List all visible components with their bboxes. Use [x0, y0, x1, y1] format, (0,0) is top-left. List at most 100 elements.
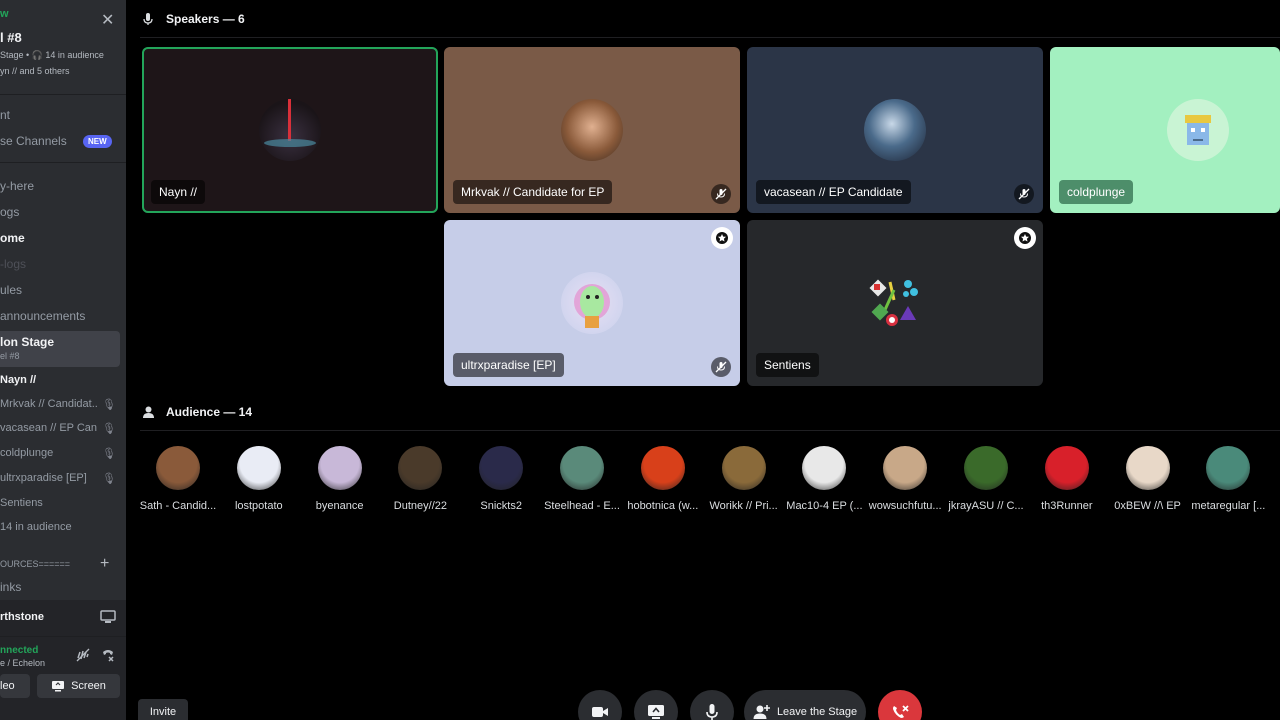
audience-member[interactable]: metaregular [... — [1188, 446, 1268, 512]
avatar — [1044, 446, 1089, 490]
divider — [0, 636, 126, 637]
invite-button[interactable]: Invite — [138, 699, 188, 720]
speaker-tile[interactable]: ultrxparadise [EP] — [444, 220, 740, 386]
sidebar-audience-count[interactable]: 14 in audience — [0, 521, 72, 533]
person-icon — [140, 404, 156, 420]
audience-member[interactable]: lostpotato — [219, 446, 299, 512]
audience-member[interactable]: 0xBEW //\ EP — [1108, 446, 1188, 512]
speaker-name: vacasean // EP Candidate — [756, 180, 911, 204]
moderator-badge-icon — [711, 227, 733, 249]
active-stage-sub: el #8 — [0, 351, 20, 361]
speaker-name: ultrxparadise [EP] — [453, 353, 564, 377]
speakers-header: Speakers — 6 — [140, 11, 245, 27]
divider — [140, 37, 1280, 38]
video-button[interactable]: leo — [0, 674, 30, 698]
mic-muted-icon — [1014, 184, 1034, 204]
leave-stage-label: Leave the Stage — [776, 706, 858, 718]
speaker-tile[interactable]: Nayn // — [142, 47, 438, 213]
avatar — [964, 446, 1008, 490]
plus-icon[interactable]: + — [100, 555, 109, 573]
audience-member[interactable]: Dutney//22 — [380, 446, 460, 512]
resources-category[interactable]: OURCES====== — [0, 559, 70, 569]
speaker-tile[interactable]: vacasean // EP Candidate — [747, 47, 1043, 213]
divider — [140, 430, 1280, 431]
sidebar-channel[interactable]: ogs — [0, 205, 19, 219]
share-screen-button[interactable] — [634, 690, 678, 720]
sidebar-top-label: w — [0, 8, 9, 20]
audience-member-name: Worikk // Pri... — [709, 500, 778, 512]
speaker-name: Sentiens — [756, 353, 819, 377]
speaker-name: Nayn // — [151, 180, 206, 204]
audience-member[interactable]: jkrayASU // C... — [946, 446, 1026, 512]
microphone-button[interactable] — [690, 690, 734, 720]
sidebar-speaker[interactable]: ultrxparadise [EP] — [0, 472, 87, 484]
avatar — [883, 446, 928, 490]
avatar — [721, 446, 766, 490]
audience-member[interactable]: wowsuchfutu... — [865, 446, 945, 512]
audience-member[interactable]: Steelhead - E... — [542, 446, 622, 512]
sidebar-item-nt[interactable]: nt — [0, 108, 10, 122]
browse-channels[interactable]: se Channels — [0, 134, 67, 148]
sidebar-speaker[interactable]: vacasean // EP Can... — [0, 422, 98, 434]
sidebar-channel[interactable]: y-here — [0, 179, 34, 193]
speakers-header-text: Speakers — 6 — [166, 12, 245, 26]
mic-muted-icon — [711, 184, 731, 204]
sidebar-channel[interactable]: ome — [0, 231, 25, 245]
audience-member[interactable]: Snickts2 — [461, 446, 541, 512]
speaker-tile[interactable]: coldplunge — [1050, 47, 1280, 213]
sidebar-speaker[interactable]: Sentiens — [0, 497, 43, 509]
microphone-icon — [706, 704, 718, 720]
person-add-icon — [753, 705, 770, 719]
channel-sidebar: w ✕ l #8 Stage • 🎧 14 in audience yn // … — [0, 0, 126, 720]
camera-icon — [592, 707, 608, 717]
close-icon[interactable]: ✕ — [101, 10, 114, 30]
sidebar-channel[interactable]: inks — [0, 580, 21, 594]
new-badge: NEW — [83, 135, 112, 148]
mic-off-icon: 🎙 — [102, 448, 116, 460]
sidebar-channel[interactable]: ules — [0, 283, 22, 297]
video-button-label: leo — [0, 680, 15, 692]
voice-channel-name: rthstone — [0, 611, 44, 623]
screen-share-icon — [648, 705, 664, 719]
camera-button[interactable] — [578, 690, 622, 720]
avatar — [156, 446, 200, 490]
avatar — [1167, 99, 1229, 161]
mic-off-icon: 🎙 — [102, 423, 116, 435]
divider — [0, 94, 126, 95]
audience-member-name: byenance — [315, 500, 364, 512]
audience-member-name: Sath - Candid... — [139, 500, 217, 512]
stage-channel-title: l #8 — [0, 30, 22, 45]
moderator-badge-icon — [1014, 227, 1036, 249]
audience-member[interactable]: Mac10-4 EP (... — [784, 446, 864, 512]
screen-button[interactable]: Screen — [37, 674, 120, 698]
voice-connected: nnected — [0, 645, 39, 656]
avatar — [1206, 446, 1251, 490]
avatar — [317, 446, 362, 490]
speaker-name: Mrkvak // Candidate for EP — [453, 180, 613, 204]
speaker-tile[interactable]: Mrkvak // Candidate for EP — [444, 47, 740, 213]
avatar — [259, 99, 321, 161]
audience-member[interactable]: th3Runner — [1027, 446, 1107, 512]
noise-suppression-icon[interactable] — [76, 648, 90, 667]
sidebar-speaker[interactable]: Mrkvak // Candidat... — [0, 398, 98, 410]
disconnect-icon[interactable] — [100, 647, 116, 668]
screen-share-icon — [52, 681, 65, 692]
sidebar-speaker[interactable]: Nayn // — [0, 374, 36, 386]
audience-member[interactable]: Sath - Candid... — [138, 446, 218, 512]
stage-info: Stage • 🎧 14 in audience — [0, 50, 104, 60]
sidebar-channel[interactable]: -logs — [0, 257, 26, 271]
sidebar-channel[interactable]: announcements — [0, 309, 85, 323]
speaker-name: coldplunge — [1059, 180, 1134, 204]
audience-member[interactable]: hobotnica (w... — [623, 446, 703, 512]
audience-member[interactable]: Worikk // Pri... — [704, 446, 784, 512]
screen-share-icon[interactable] — [100, 610, 116, 629]
audience-header: Audience — 14 — [140, 404, 252, 420]
disconnect-button[interactable] — [878, 690, 922, 720]
speaker-tile[interactable]: Sentiens — [747, 220, 1043, 386]
audience-member[interactable]: byenance — [300, 446, 380, 512]
voice-connected-sub: e / Echelon — [0, 658, 46, 668]
mic-off-icon: 🎙 — [102, 473, 116, 485]
sidebar-speaker[interactable]: coldplunge — [0, 447, 53, 459]
stage-main: Speakers — 6 Nayn // Mrkvak // Candidate… — [126, 0, 1280, 720]
leave-stage-button[interactable]: Leave the Stage — [744, 690, 866, 720]
